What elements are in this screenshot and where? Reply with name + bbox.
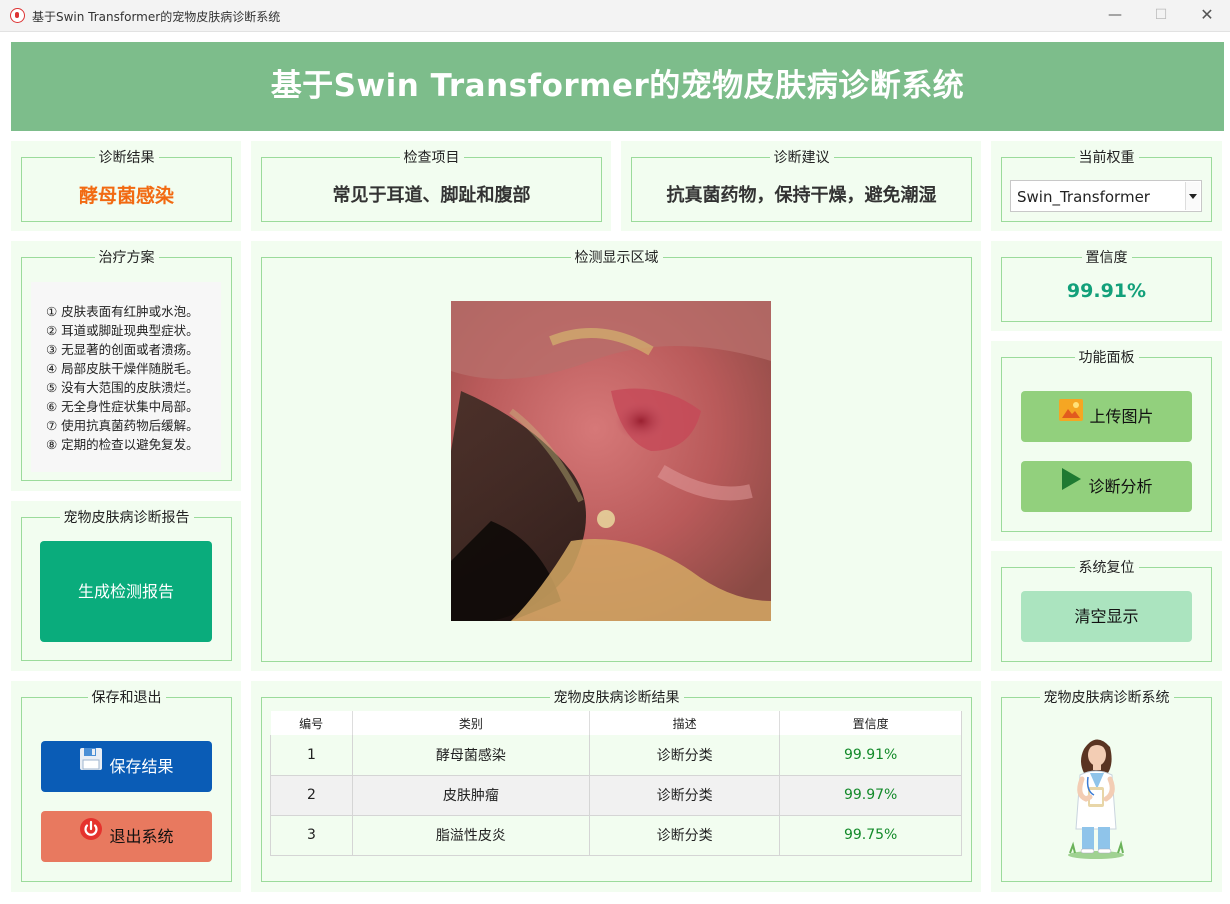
table-cell: 诊断分类 [588,735,781,776]
diagnosis-result-group: 诊断结果 酵母菌感染 [21,150,232,222]
current-weight-title: 当前权重 [1074,150,1139,166]
image-icon [1059,390,1084,441]
power-icon [79,810,103,861]
save-exit-title: 保存和退出 [87,690,166,706]
table-cell: 1 [270,735,353,776]
table-cell: 皮肤肿瘤 [351,775,590,816]
app-icon [10,8,25,23]
weight-select-value: Swin_Transformer [1017,188,1150,206]
table-cell: 诊断分类 [588,815,781,856]
treatment-list: ① 皮肤表面有红肿或水泡。 ② 耳道或脚趾现典型症状。 ③ 无显著的创面或者溃疡… [31,282,221,472]
exam-item-panel: 检查项目 常见于耳道、脚趾和腹部 [251,141,611,231]
table-cell: 诊断分类 [588,775,781,816]
minimize-button[interactable]: — [1092,0,1138,32]
exam-item-title: 检查项目 [399,150,464,166]
table-row[interactable]: 3 脂溢性皮炎 诊断分类 99.75% [270,815,962,856]
column-header-description[interactable]: 描述 [589,711,781,735]
report-title: 宠物皮肤病诊断报告 [59,510,194,526]
window-titlebar: 基于Swin Transformer的宠物皮肤病诊断系统 — ☐ ✕ [0,0,1230,32]
column-header-confidence[interactable]: 置信度 [779,711,962,735]
treatment-item: ④ 局部皮肤干燥伴随脱毛。 [46,361,199,376]
exam-item-group: 检查项目 常见于耳道、脚趾和腹部 [261,150,602,222]
chevron-down-icon[interactable] [1185,182,1200,210]
column-header-category[interactable]: 类别 [352,711,590,735]
app-banner-title: 基于Swin Transformer的宠物皮肤病诊断系统 [11,42,1224,131]
close-button[interactable]: ✕ [1184,0,1230,32]
upload-image-label: 上传图片 [1089,407,1154,426]
diagnosis-result-panel: 诊断结果 酵母菌感染 [11,141,241,231]
current-weight-group: 当前权重 Swin_Transformer [1001,150,1212,222]
save-results-label: 保存结果 [109,757,174,776]
exit-system-label: 退出系统 [109,827,174,846]
upload-image-button[interactable]: 上传图片 [1021,391,1192,442]
treatment-group: 治疗方案 ① 皮肤表面有红肿或水泡。 ② 耳道或脚趾现典型症状。 ③ 无显著的创… [21,250,232,481]
confidence-group: 置信度 99.91% [1001,250,1212,322]
function-panel-title: 功能面板 [1074,350,1139,366]
table-cell: 99.75% [779,815,962,856]
detection-image [451,301,771,621]
diagnosis-advice-group: 诊断建议 抗真菌药物，保持干燥，避免潮湿 [631,150,972,222]
system-reset-title: 系统复位 [1074,560,1139,576]
table-cell: 脂溢性皮炎 [351,815,590,856]
play-icon [1060,460,1082,511]
table-cell: 3 [270,815,353,856]
clear-display-button[interactable]: 清空显示 [1021,591,1192,642]
treatment-item: ⑤ 没有大范围的皮肤溃烂。 [46,380,199,395]
table-cell: 99.97% [779,775,962,816]
doctor-illustration [1064,733,1128,859]
diagnosis-advice-value: 抗真菌药物，保持干燥，避免潮湿 [666,185,937,206]
table-cell: 酵母菌感染 [351,735,590,776]
treatment-item: ⑧ 定期的检查以避免复发。 [46,437,199,452]
generate-report-button[interactable]: 生成检测报告 [40,541,212,642]
table-row[interactable]: 2 皮肤肿瘤 诊断分类 99.97% [270,775,962,816]
diagnosis-result-value: 酵母菌感染 [78,185,174,207]
diagnosis-advice-title: 诊断建议 [769,150,834,166]
confidence-title: 置信度 [1081,250,1132,266]
confidence-panel: 置信度 99.91% [991,241,1222,331]
results-table: 编号 类别 描述 置信度 1 酵母菌感染 诊断分类 99.91% 2 皮肤肿瘤 … [270,711,962,856]
treatment-item: ① 皮肤表面有红肿或水泡。 [46,304,199,319]
table-cell: 2 [270,775,353,816]
current-weight-panel: 当前权重 Swin_Transformer [991,141,1222,231]
diagnosis-result-title: 诊断结果 [94,150,159,166]
maximize-button[interactable]: ☐ [1138,0,1184,32]
treatment-item: ⑦ 使用抗真菌药物后缓解。 [46,418,199,433]
diagnosis-advice-panel: 诊断建议 抗真菌药物，保持干燥，避免潮湿 [621,141,981,231]
treatment-title: 治疗方案 [94,250,159,266]
table-cell: 99.91% [779,735,962,776]
exit-system-button[interactable]: 退出系统 [41,811,212,862]
table-row[interactable]: 1 酵母菌感染 诊断分类 99.91% [270,735,962,776]
column-header-id[interactable]: 编号 [270,711,353,735]
treatment-item: ③ 无显著的创面或者溃疡。 [46,342,199,357]
diagnose-analyze-label: 诊断分析 [1088,477,1153,496]
results-table-title: 宠物皮肤病诊断结果 [549,690,684,706]
confidence-value: 99.91% [1066,280,1147,302]
about-title: 宠物皮肤病诊断系统 [1039,690,1174,706]
diagnose-analyze-button[interactable]: 诊断分析 [1021,461,1192,512]
table-header-row: 编号 类别 描述 置信度 [270,711,962,735]
treatment-item: ⑥ 无全身性症状集中局部。 [46,399,199,414]
treatment-item: ② 耳道或脚趾现典型症状。 [46,323,199,338]
window-title: 基于Swin Transformer的宠物皮肤病诊断系统 [32,10,281,24]
exam-item-value: 常见于耳道、脚趾和腹部 [332,185,531,206]
weight-select-dropdown[interactable]: Swin_Transformer [1010,180,1202,212]
detection-area-title: 检测显示区域 [570,250,663,266]
save-results-button[interactable]: 保存结果 [41,741,212,792]
floppy-disk-icon [79,740,103,791]
treatment-panel: 治疗方案 ① 皮肤表面有红肿或水泡。 ② 耳道或脚趾现典型症状。 ③ 无显著的创… [11,241,241,491]
